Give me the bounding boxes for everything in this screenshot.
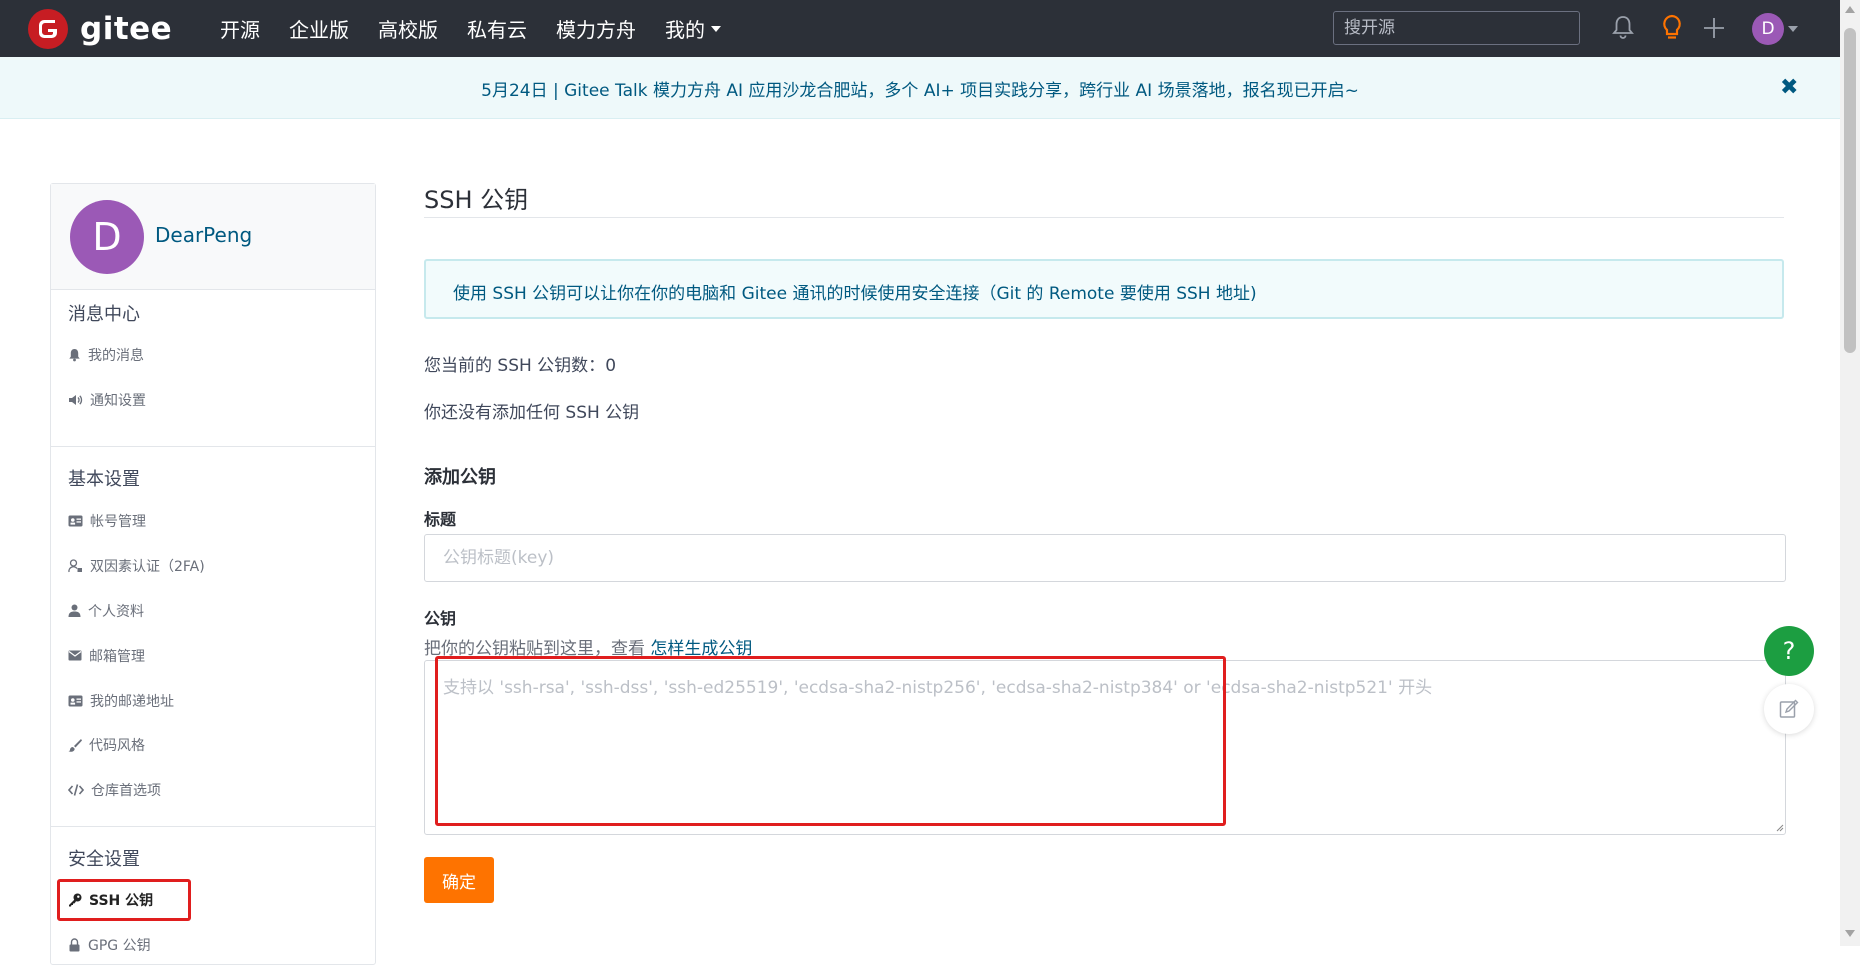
- add-key-section-title: 添加公钥: [424, 467, 496, 488]
- sidebar-item-repo-preferences[interactable]: 仓库首选项: [51, 768, 375, 813]
- search-input[interactable]: [1333, 11, 1580, 45]
- sidebar-item-label: 邮箱管理: [89, 648, 145, 665]
- sidebar-item-my-messages[interactable]: 我的消息: [51, 333, 375, 378]
- key-field-label: 公钥: [424, 609, 457, 628]
- address-card-icon: [68, 695, 83, 707]
- bell-icon: [69, 349, 80, 362]
- sidebar-item-2fa[interactable]: 双因素认证（2FA): [51, 544, 375, 589]
- bell-icon[interactable]: [1612, 14, 1634, 44]
- code-icon: [68, 784, 84, 796]
- close-icon[interactable]: ✖: [1780, 75, 1798, 100]
- sidebar-item-notification-settings[interactable]: 通知设置: [51, 378, 375, 423]
- nav-moli-fangzhou[interactable]: 模力方舟: [556, 14, 636, 43]
- nav-mine-dropdown[interactable]: 我的: [665, 14, 721, 43]
- info-alert: 使用 SSH 公钥可以让你在你的电脑和 Gitee 通讯的时候使用安全连接（Gi…: [424, 259, 1784, 319]
- sidebar-item-label: 个人资料: [88, 603, 144, 620]
- user-lock-icon: [68, 559, 82, 573]
- top-navbar: gitee 开源 企业版 高校版 私有云 模力方舟 我的 D: [0, 0, 1840, 57]
- feedback-button[interactable]: [1764, 684, 1814, 734]
- resize-grip-icon[interactable]: [1776, 824, 1784, 832]
- highlight-box-ssh-sidebar: [57, 879, 191, 921]
- title-divider: [424, 217, 1784, 218]
- sidebar-item-label: 我的邮递地址: [90, 693, 174, 710]
- sidebar-item-email[interactable]: 邮箱管理: [51, 633, 375, 678]
- edit-note-icon: [1779, 699, 1799, 718]
- brush-icon: [68, 739, 82, 753]
- scrollbar-thumb[interactable]: [1844, 28, 1856, 353]
- sidebar-item-label: 我的消息: [88, 348, 144, 365]
- page-title: SSH 公钥: [424, 186, 529, 214]
- lightbulb-icon[interactable]: [1661, 14, 1683, 46]
- sidebar-item-label: 双因素认证（2FA): [90, 559, 205, 576]
- profile-card: D DearPeng: [51, 184, 375, 290]
- settings-sidebar: D DearPeng 消息中心 我的消息 通知设置 基本设置 帐号管理 双因素认…: [50, 183, 376, 965]
- nav-open-source[interactable]: 开源: [220, 14, 260, 43]
- gitee-logo[interactable]: gitee: [28, 8, 172, 50]
- sidebar-item-account[interactable]: 帐号管理: [51, 499, 375, 544]
- title-field-label: 标题: [424, 510, 457, 529]
- empty-state-text: 你还没有添加任何 SSH 公钥: [424, 403, 640, 423]
- sidebar-item-label: 代码风格: [89, 738, 145, 755]
- sidebar-item-code-style[interactable]: 代码风格: [51, 723, 375, 768]
- help-button[interactable]: ?: [1764, 626, 1814, 676]
- caret-down-icon: [711, 25, 721, 32]
- announcement-banner: 5月24日 | Gitee Talk 模力方舟 AI 应用沙龙合肥站，多个 AI…: [0, 57, 1840, 119]
- scroll-down-arrow-icon[interactable]: [1845, 930, 1855, 937]
- gitee-logo-text: gitee: [80, 11, 173, 47]
- nav-education[interactable]: 高校版: [378, 14, 438, 43]
- nav-mine-label: 我的: [665, 18, 705, 42]
- sidebar-item-label: 通知设置: [90, 393, 146, 410]
- lock-icon: [69, 938, 80, 952]
- user-avatar-menu[interactable]: D: [1752, 13, 1784, 45]
- plus-icon[interactable]: [1702, 16, 1726, 44]
- announcement-link[interactable]: 5月24日 | Gitee Talk 模力方舟 AI 应用沙龙合肥站，多个 AI…: [0, 76, 1840, 101]
- envelope-icon: [68, 650, 82, 661]
- highlight-box-key-textarea: [435, 656, 1226, 826]
- person-icon: [68, 604, 81, 618]
- sidebar-item-label: 仓库首选项: [91, 783, 161, 800]
- sidebar-group-messages: 消息中心 我的消息 通知设置: [51, 290, 375, 447]
- key-title-input[interactable]: [424, 534, 1786, 582]
- sidebar-item-profile[interactable]: 个人资料: [51, 589, 375, 634]
- key-count-row: 您当前的 SSH 公钥数：0: [424, 351, 616, 376]
- sidebar-group-title: 消息中心: [68, 304, 140, 325]
- sidebar-group-basic-settings: 基本设置 帐号管理 双因素认证（2FA) 个人资料 邮箱管理 我的邮递地址 代码…: [51, 447, 375, 827]
- sidebar-item-postal-address[interactable]: 我的邮递地址: [51, 678, 375, 723]
- sidebar-item-gpg-keys[interactable]: GPG 公钥: [51, 923, 375, 968]
- username-link[interactable]: DearPeng: [155, 223, 252, 247]
- info-alert-text: 使用 SSH 公钥可以让你在你的电脑和 Gitee 通讯的时候使用安全连接（Gi…: [453, 284, 1257, 304]
- sidebar-item-label: 帐号管理: [90, 514, 146, 531]
- key-count-label: 您当前的 SSH 公钥数：: [424, 356, 606, 376]
- avatar[interactable]: D: [70, 200, 144, 274]
- main-content: SSH 公钥 使用 SSH 公钥可以让你在你的电脑和 Gitee 通讯的时候使用…: [424, 183, 1786, 903]
- gitee-logo-icon: [28, 9, 68, 49]
- sidebar-group-title: 安全设置: [68, 849, 140, 870]
- avatar-caret-down-icon[interactable]: [1788, 26, 1798, 32]
- nav-private-cloud[interactable]: 私有云: [467, 14, 527, 43]
- nav-enterprise[interactable]: 企业版: [289, 14, 349, 43]
- speaker-icon: [69, 395, 83, 406]
- id-card-icon: [68, 515, 83, 527]
- key-count-value: 0: [605, 356, 617, 376]
- scroll-up-arrow-icon[interactable]: [1845, 6, 1855, 13]
- sidebar-group-title: 基本设置: [68, 469, 140, 490]
- sidebar-item-label: GPG 公钥: [88, 938, 151, 955]
- confirm-button[interactable]: 确定: [424, 857, 494, 903]
- main-nav: 开源 企业版 高校版 私有云 模力方舟 我的: [220, 0, 750, 57]
